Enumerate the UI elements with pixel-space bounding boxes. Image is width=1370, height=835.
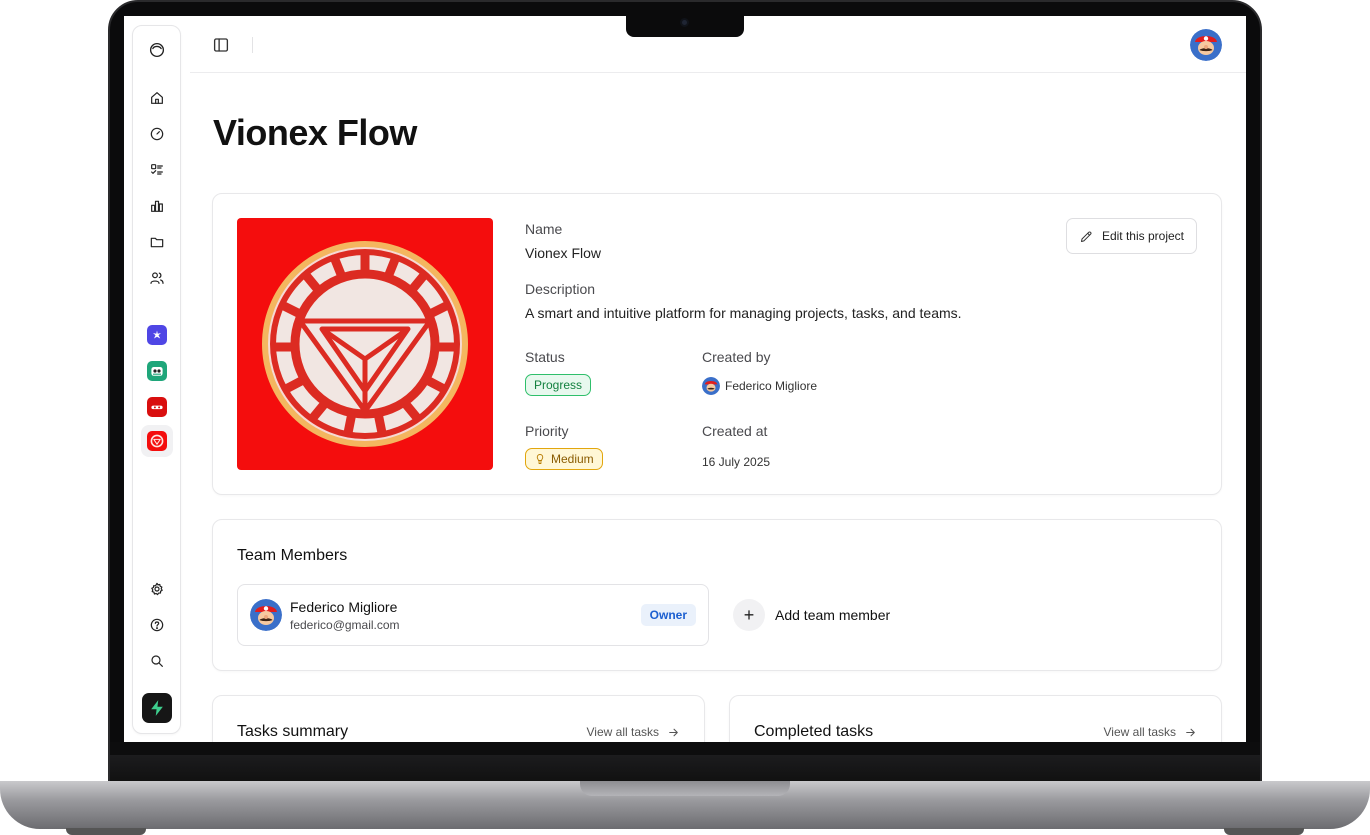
search-icon[interactable] xyxy=(141,645,173,677)
completed-tasks-title: Completed tasks xyxy=(754,723,874,740)
home-icon[interactable] xyxy=(141,82,173,114)
app-screen: Vionex Flow Name Vionex Flow Description… xyxy=(124,16,1246,742)
member-name: Federico Migliore xyxy=(290,599,398,615)
view-all-completed-link[interactable]: View all tasks xyxy=(1104,725,1197,739)
users-icon[interactable] xyxy=(141,262,173,294)
view-all-completed-label: View all tasks xyxy=(1103,725,1176,739)
priority-badge: Medium xyxy=(525,448,603,470)
name-label: Name xyxy=(525,221,563,237)
sidebar xyxy=(132,25,181,734)
plus-icon: + xyxy=(733,599,765,631)
project-item-active[interactable] xyxy=(141,425,173,457)
pencil-icon xyxy=(1080,230,1092,242)
laptop-bezel-strip xyxy=(110,755,1260,781)
arc-reactor-icon xyxy=(262,241,468,447)
created-by-value: Federico Migliore xyxy=(725,379,818,393)
created-at-value: 16 July 2025 xyxy=(702,455,771,469)
monster-app-icon[interactable] xyxy=(147,361,167,381)
tasks-summary-card: Tasks summary View all tasks xyxy=(212,695,705,742)
sidebar-toggle-icon[interactable] xyxy=(212,36,230,54)
completed-tasks-card: Completed tasks View all tasks xyxy=(729,695,1222,742)
created-by-label: Created by xyxy=(702,349,771,365)
toolbar-divider xyxy=(252,37,253,53)
user-avatar[interactable] xyxy=(1190,29,1222,61)
star-app-icon[interactable] xyxy=(147,325,167,345)
owner-badge: Owner xyxy=(640,604,696,626)
priority-label: Priority xyxy=(525,423,569,439)
team-members-card: Team Members Federico Migliore federico@… xyxy=(212,519,1222,671)
name-value: Vionex Flow xyxy=(525,245,602,261)
team-members-title: Team Members xyxy=(237,547,348,564)
description-value: A smart and intuitive platform for manag… xyxy=(525,305,962,321)
logo-icon[interactable] xyxy=(141,34,173,66)
project-details-card: Name Vionex Flow Description A smart and… xyxy=(212,193,1222,495)
task-list-icon[interactable] xyxy=(141,154,173,186)
page-title: Vionex Flow xyxy=(213,112,417,153)
reactor-app-icon xyxy=(147,431,167,451)
member-email: federico@gmail.com xyxy=(290,618,400,632)
laptop-opening-notch xyxy=(580,781,790,796)
arrow-right-icon xyxy=(1186,728,1195,736)
settings-icon[interactable] xyxy=(141,573,173,605)
bolt-logo-icon[interactable] xyxy=(142,693,172,723)
camera-notch xyxy=(626,16,744,37)
created-at-label: Created at xyxy=(702,423,768,439)
creator-avatar xyxy=(702,377,720,395)
status-badge: Progress xyxy=(525,374,592,396)
priority-value: Medium xyxy=(551,452,594,466)
edit-project-label: Edit this project xyxy=(1101,229,1184,243)
laptop-foot-right xyxy=(1224,828,1304,835)
help-icon[interactable] xyxy=(141,609,173,641)
member-avatar xyxy=(250,599,282,631)
view-all-tasks-link[interactable]: View all tasks xyxy=(587,725,680,739)
edit-project-button[interactable]: Edit this project xyxy=(1065,218,1197,254)
add-team-member-button[interactable]: + Add team member xyxy=(733,599,890,631)
lightbulb-icon xyxy=(536,454,544,464)
camera-icon xyxy=(680,18,689,27)
description-label: Description xyxy=(525,281,596,297)
folder-icon[interactable] xyxy=(141,226,173,258)
tasks-summary-title: Tasks summary xyxy=(237,723,349,740)
dashboard-gauge-icon[interactable] xyxy=(141,118,173,150)
bar-chart-icon[interactable] xyxy=(141,190,173,222)
arrow-right-icon xyxy=(669,728,678,736)
add-team-member-label: Add team member xyxy=(775,607,891,623)
team-member-card[interactable]: Federico Migliore federico@gmail.com Own… xyxy=(237,584,709,646)
laptop-foot-left xyxy=(66,828,146,835)
glasses-app-icon[interactable] xyxy=(147,397,167,417)
project-image xyxy=(237,218,493,470)
view-all-tasks-label: View all tasks xyxy=(586,725,659,739)
status-label: Status xyxy=(525,349,565,365)
